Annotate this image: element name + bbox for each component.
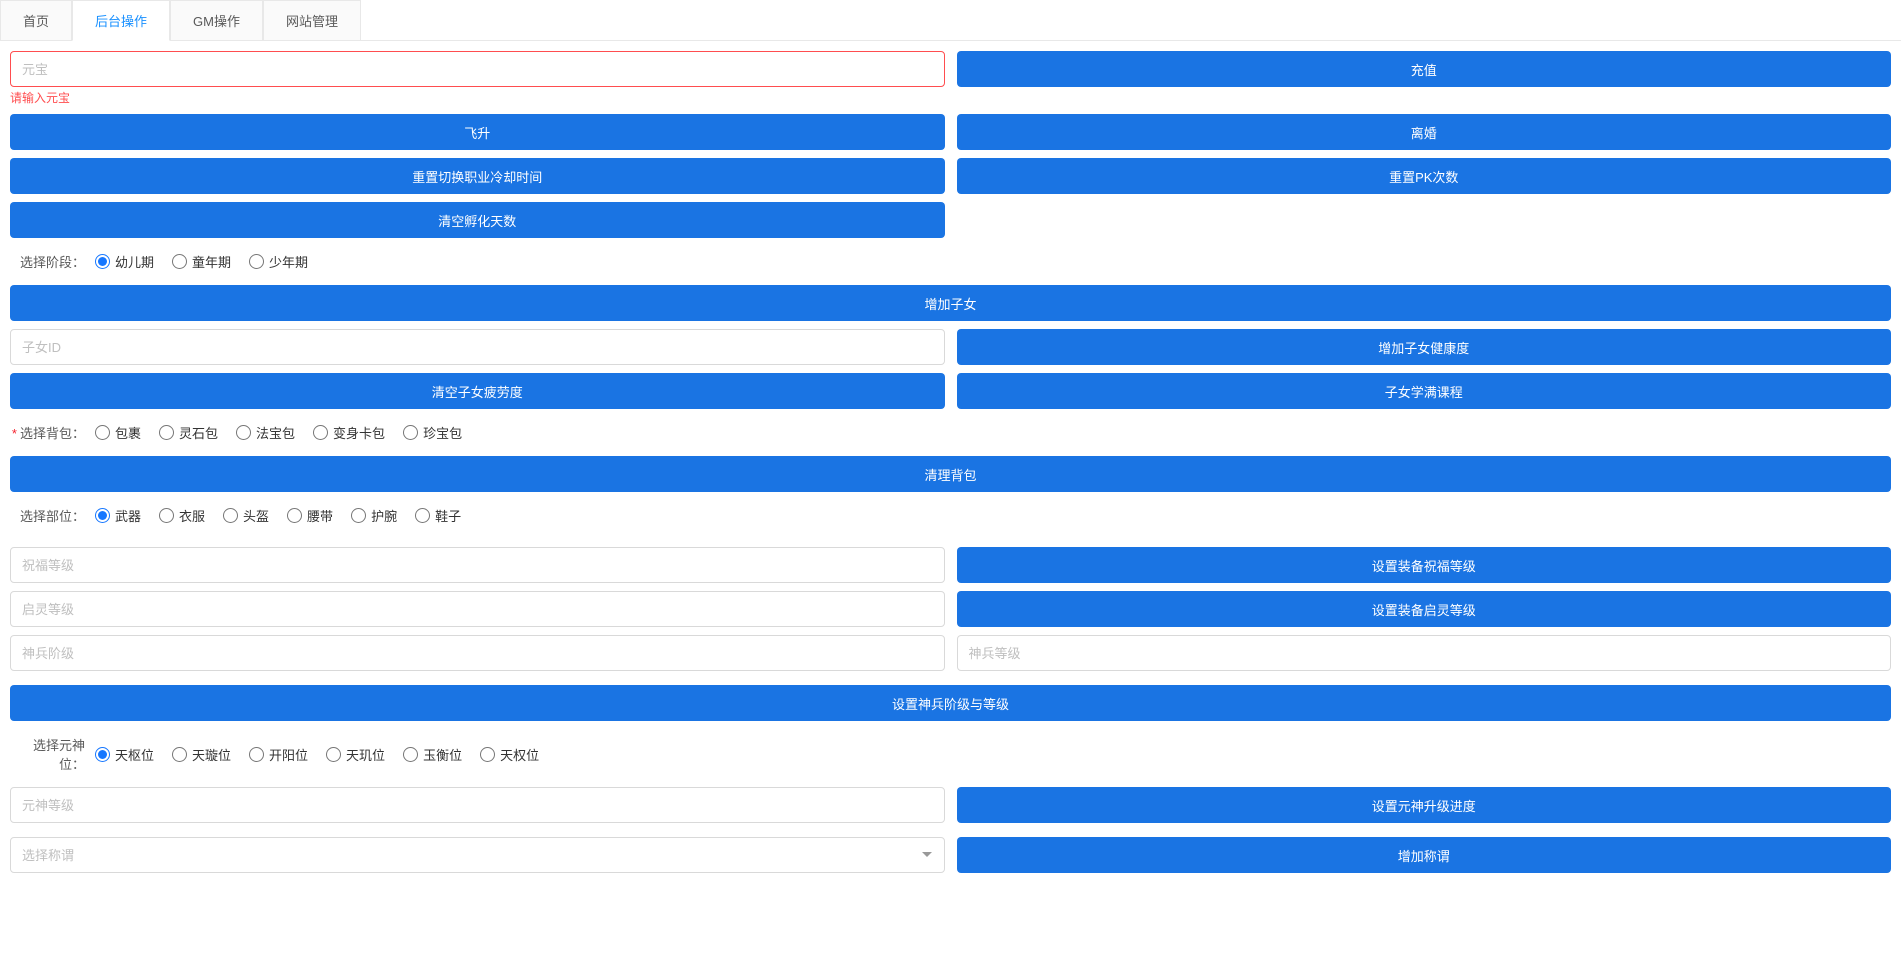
select-part-label: 选择部位： — [10, 506, 95, 525]
yuanshen-option-1[interactable]: 天枢位 — [95, 745, 154, 764]
backpack-option-1[interactable]: 包裹 — [95, 423, 141, 442]
shenbing-level-input[interactable] — [957, 635, 1892, 671]
divorce-button[interactable]: 离婚 — [957, 114, 1892, 150]
clear-child-fatigue-button[interactable]: 清空子女疲劳度 — [10, 373, 945, 409]
part-option-1[interactable]: 武器 — [95, 506, 141, 525]
add-title-button[interactable]: 增加称谓 — [957, 837, 1892, 873]
stage-option-2[interactable]: 童年期 — [172, 252, 231, 271]
part-option-3[interactable]: 头盔 — [223, 506, 269, 525]
stage-option-1[interactable]: 幼儿期 — [95, 252, 154, 271]
yuanshen-option-4[interactable]: 天玑位 — [326, 745, 385, 764]
set-qiling-level-button[interactable]: 设置装备启灵等级 — [957, 591, 1892, 627]
backpack-radio-group: 包裹 灵石包 法宝包 变身卡包 珍宝包 — [95, 423, 462, 442]
yuanshen-option-3[interactable]: 开阳位 — [249, 745, 308, 764]
recharge-button[interactable]: 充值 — [957, 51, 1892, 87]
tab-web-manage[interactable]: 网站管理 — [263, 0, 361, 40]
part-option-5[interactable]: 护腕 — [351, 506, 397, 525]
set-bless-level-button[interactable]: 设置装备祝福等级 — [957, 547, 1892, 583]
backpack-option-2[interactable]: 灵石包 — [159, 423, 218, 442]
tab-home[interactable]: 首页 — [0, 0, 72, 40]
part-radio-group: 武器 衣服 头盔 腰带 护腕 鞋子 — [95, 506, 461, 525]
backpack-option-4[interactable]: 变身卡包 — [313, 423, 385, 442]
content-area: 请输入元宝 充值 飞升 离婚 重置切换职业冷却时间 重置PK次数 清空孵化天数 … — [0, 41, 1901, 891]
ascend-button[interactable]: 飞升 — [10, 114, 945, 150]
add-child-health-button[interactable]: 增加子女健康度 — [957, 329, 1892, 365]
select-stage-label: 选择阶段： — [10, 252, 95, 271]
yuanbao-error: 请输入元宝 — [10, 89, 945, 106]
stage-form-row: 选择阶段： 幼儿期 童年期 少年期 — [10, 252, 1891, 271]
backpack-form-row: 选择背包： 包裹 灵石包 法宝包 变身卡包 珍宝包 — [10, 423, 1891, 442]
select-yuanshen-label: 选择元神位： — [10, 735, 95, 773]
yuanshen-radio-group: 天枢位 天璇位 开阳位 天玑位 玉衡位 天权位 — [95, 745, 539, 764]
clear-backpack-button[interactable]: 清理背包 — [10, 456, 1891, 492]
yuanshen-option-2[interactable]: 天璇位 — [172, 745, 231, 764]
yuanshen-form-row: 选择元神位： 天枢位 天璇位 开阳位 天玑位 玉衡位 天权位 — [10, 735, 1891, 773]
tab-bar: 首页 后台操作 GM操作 网站管理 — [0, 0, 1901, 41]
tab-backend[interactable]: 后台操作 — [72, 0, 170, 41]
yuanshen-option-6[interactable]: 天权位 — [480, 745, 539, 764]
title-select[interactable]: 选择称谓 — [10, 837, 945, 873]
reset-job-cooldown-button[interactable]: 重置切换职业冷却时间 — [10, 158, 945, 194]
yuanbao-input[interactable] — [10, 51, 945, 87]
backpack-option-5[interactable]: 珍宝包 — [403, 423, 462, 442]
stage-radio-group: 幼儿期 童年期 少年期 — [95, 252, 308, 271]
set-yuanshen-progress-button[interactable]: 设置元神升级进度 — [957, 787, 1892, 823]
set-shenbing-button[interactable]: 设置神兵阶级与等级 — [10, 685, 1891, 721]
part-form-row: 选择部位： 武器 衣服 头盔 腰带 护腕 鞋子 — [10, 506, 1891, 525]
clear-hatch-days-button[interactable]: 清空孵化天数 — [10, 202, 945, 238]
qiling-level-input[interactable] — [10, 591, 945, 627]
reset-pk-button[interactable]: 重置PK次数 — [957, 158, 1892, 194]
select-backpack-label: 选择背包： — [10, 423, 95, 442]
part-option-4[interactable]: 腰带 — [287, 506, 333, 525]
bless-level-input[interactable] — [10, 547, 945, 583]
add-child-button[interactable]: 增加子女 — [10, 285, 1891, 321]
part-option-2[interactable]: 衣服 — [159, 506, 205, 525]
yuanshen-option-5[interactable]: 玉衡位 — [403, 745, 462, 764]
tab-gm[interactable]: GM操作 — [170, 0, 263, 40]
part-option-6[interactable]: 鞋子 — [415, 506, 461, 525]
shenbing-stage-input[interactable] — [10, 635, 945, 671]
child-full-course-button[interactable]: 子女学满课程 — [957, 373, 1892, 409]
child-id-input[interactable] — [10, 329, 945, 365]
stage-option-3[interactable]: 少年期 — [249, 252, 308, 271]
backpack-option-3[interactable]: 法宝包 — [236, 423, 295, 442]
yuanshen-level-input[interactable] — [10, 787, 945, 823]
